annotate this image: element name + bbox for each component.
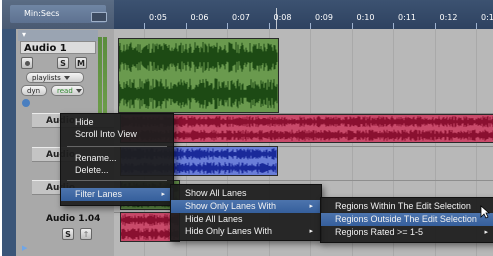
menu-item-hide-only-lanes-with[interactable]: Hide Only Lanes With ▸ [171, 225, 321, 238]
menu-item-filter-lanes[interactable]: Filter Lanes ▸ [61, 188, 173, 201]
submenu-arrow-icon: ▸ [309, 203, 313, 210]
ruler-tick-label: 0:11 [398, 13, 416, 22]
lane-solo-button[interactable]: S [62, 228, 74, 240]
waveform [121, 116, 493, 141]
menu-item-show-all-lanes[interactable]: Show All Lanes [171, 187, 321, 200]
track-list-strip [2, 29, 16, 256]
edit-window: Min:Secs 0:05 0:06 0:07 0:08 0:09 0:10 0:11 0:1… [2, 0, 493, 256]
voice-icon[interactable] [22, 99, 30, 107]
show-only-lanes-with-submenu: Regions Within The Edit Selection Region… [320, 197, 493, 243]
audio-region-main[interactable] [118, 38, 279, 113]
submenu-arrow-icon: ▸ [309, 228, 313, 235]
expand-arrow-icon[interactable]: ▶ [22, 244, 27, 252]
lane-header-4[interactable]: Audio 1.04 [32, 212, 116, 227]
automation-mode-label: read [57, 87, 73, 95]
level-meter-right [103, 37, 107, 119]
menu-item-regions-outside-edit-selection[interactable]: Regions Outside The Edit Selection [321, 213, 493, 226]
menu-separator [67, 180, 167, 181]
track-header-audio1: Audio 1 S M playlists dyn read [18, 29, 98, 113]
ruler-tick-label: 0:12 [439, 13, 458, 22]
submenu-arrow-icon: ▸ [484, 229, 488, 236]
playhead-marker[interactable] [276, 8, 277, 29]
track-name[interactable]: Audio 1 [20, 41, 96, 54]
waveform [119, 42, 278, 109]
ruler-tick-label: 0:05 [149, 13, 167, 22]
filter-lanes-submenu: Show All Lanes Show Only Lanes With ▸ Hi… [170, 184, 322, 241]
mouse-cursor-icon [480, 205, 490, 219]
ruler-tick-label: 0:10 [356, 13, 375, 22]
automation-mode-selector[interactable]: read [51, 85, 84, 96]
lane-context-menu: Hide Scroll Into View Rename... Delete..… [60, 113, 174, 206]
track-view-selector[interactable]: playlists [26, 72, 84, 83]
ruler-tick-label: 0:09 [315, 13, 333, 22]
ruler-bar: Min:Secs 0:05 0:06 0:07 0:08 0:09 0:10 0:11 0:1… [2, 0, 493, 29]
menu-item-regions-rated[interactable]: Regions Rated >= 1-5 ▸ [321, 226, 493, 239]
menu-item-show-only-lanes-with[interactable]: Show Only Lanes With ▸ [171, 200, 321, 213]
automation-selector[interactable]: dyn [21, 85, 47, 96]
record-icon [24, 61, 30, 66]
timeline-ruler[interactable]: 0:050:060:070:080:090:100:110:120:13 [114, 0, 493, 29]
ruler-label: Min:Secs [24, 9, 60, 18]
ruler-tick-label: 0:06 [190, 13, 209, 22]
audio-region-lane1[interactable] [120, 114, 493, 143]
ruler-view-button[interactable] [91, 12, 107, 22]
lane-mute-button[interactable]: ↑ [80, 228, 92, 240]
automation-label: dyn [27, 87, 41, 95]
menu-item-delete[interactable]: Delete... [61, 164, 173, 177]
ruler-tick-label: 0:13 [481, 13, 493, 22]
track-view-label: playlists [32, 74, 61, 82]
menu-item-regions-within-edit-selection[interactable]: Regions Within The Edit Selection [321, 200, 493, 213]
menu-item-scroll-into-view[interactable]: Scroll Into View [61, 128, 173, 141]
mode-arrow-icon [75, 89, 82, 93]
solo-button[interactable]: S [57, 57, 69, 69]
submenu-arrow-icon: ▸ [161, 191, 165, 198]
record-button[interactable] [21, 57, 33, 69]
lane-name: Audio 1.04 [46, 214, 101, 224]
menu-separator [67, 146, 167, 147]
mute-button[interactable]: M [75, 57, 87, 69]
ruler-tick-label: 0:07 [232, 13, 250, 22]
level-meter-left [98, 37, 102, 119]
view-arrow-icon [63, 76, 70, 80]
